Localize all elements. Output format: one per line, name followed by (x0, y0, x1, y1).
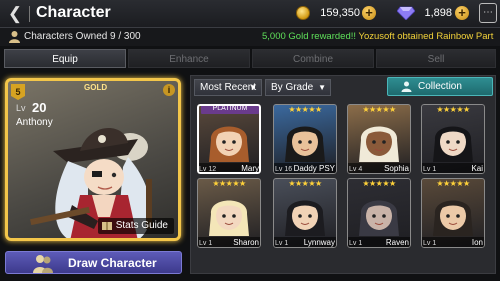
tab-enhance[interactable]: Enhance (128, 49, 250, 68)
tab-combine[interactable]: Combine (252, 49, 374, 68)
ticker-gold-text: 5,000 Gold rewarded!! (262, 31, 357, 42)
back-arrow-icon[interactable]: ❮ (4, 4, 26, 24)
character-name: Anthony (16, 117, 53, 128)
grade-rank-badge: 5 (11, 84, 25, 100)
gem-amount: 1,898 (424, 7, 452, 19)
page-title: Character (36, 4, 111, 21)
character-card[interactable]: ★★★★★ Lv 1 Sharon (197, 178, 261, 248)
grade-filter-label: By Grade (271, 82, 314, 93)
character-card[interactable]: PLATINUM Lv 12 Mary (197, 104, 261, 174)
card-frame (273, 178, 337, 248)
card-frame (347, 178, 411, 248)
top-bar: ❮ Character 159,350 + 1,898 + ⋯ (0, 0, 500, 28)
gold-amount: 159,350 (320, 7, 360, 19)
stats-guide-label: Stats Guide (115, 220, 168, 231)
featured-character-panel: 5 GOLD i Lv 20 Anthony Stats Guide (5, 78, 181, 241)
character-grid: PLATINUM Lv 12 Mary ★★★★★ Lv 16 Daddy PSY ★★★★… (197, 104, 493, 270)
ticker-user-text: Yozusoft obtained (358, 31, 434, 42)
ticker-item-text: Rainbow Part (436, 31, 494, 42)
notice-ticker: 5,000 Gold rewarded!! Yozusoft obtained … (262, 31, 493, 42)
chevron-down-icon: ▼ (249, 83, 257, 92)
card-frame (421, 178, 485, 248)
info-icon[interactable]: i (163, 84, 175, 96)
card-frame (197, 178, 261, 248)
tab-equip[interactable]: Equip (4, 49, 126, 68)
gem-icon (397, 6, 415, 20)
title-divider (29, 6, 30, 22)
characters-owned-count: 9 / 300 (110, 31, 141, 42)
character-list-panel: Most Recent ▼ By Grade ▼ Collection PLAT… (190, 75, 496, 274)
grade-label: GOLD (84, 83, 108, 92)
card-frame (197, 104, 261, 174)
collection-label: Collection (418, 81, 462, 92)
card-frame (347, 104, 411, 174)
stats-guide-button[interactable]: Stats Guide (97, 218, 174, 234)
collection-button[interactable]: Collection (387, 77, 493, 96)
character-card[interactable]: ★★★★★ Lv 1 Raven (347, 178, 411, 248)
person-icon (401, 81, 412, 92)
draw-character-label: Draw Character (68, 256, 157, 270)
gold-coin-icon (296, 6, 310, 20)
sort-dropdown[interactable]: Most Recent ▼ (194, 79, 262, 96)
character-card[interactable]: ★★★★★ Lv 1 Kai (421, 104, 485, 174)
book-icon (101, 222, 112, 230)
character-card[interactable]: ★★★★★ Lv 1 Ion (421, 178, 485, 248)
characters-owned-label: Characters Owned (24, 31, 108, 42)
info-bar: Characters Owned 9 / 300 5,000 Gold rewa… (0, 28, 500, 46)
characters-icon (33, 255, 53, 273)
chevron-down-icon: ▼ (318, 83, 326, 92)
character-card[interactable]: ★★★★★ Lv 16 Daddy PSY (273, 104, 337, 174)
tab-sell[interactable]: Sell (376, 49, 496, 68)
sort-dropdown-label: Most Recent (200, 82, 257, 93)
chat-icon[interactable]: ⋯ (479, 3, 497, 23)
draw-character-button[interactable]: Draw Character (5, 251, 182, 274)
character-card[interactable]: ★★★★★ Lv 1 Lynnway (273, 178, 337, 248)
add-gold-button[interactable]: + (362, 6, 376, 20)
card-frame (421, 104, 485, 174)
level-label: Lv (16, 103, 26, 113)
level-value: 20 (32, 100, 47, 115)
character-card[interactable]: ★★★★★ Lv 4 Sophia (347, 104, 411, 174)
grade-filter-dropdown[interactable]: By Grade ▼ (265, 79, 331, 96)
card-frame (273, 104, 337, 174)
person-icon (9, 31, 20, 43)
featured-character-card[interactable]: 5 GOLD i Lv 20 Anthony Stats Guide (5, 78, 181, 241)
add-gem-button[interactable]: + (455, 6, 469, 20)
tab-bar: Equip Enhance Combine Sell (4, 49, 496, 68)
